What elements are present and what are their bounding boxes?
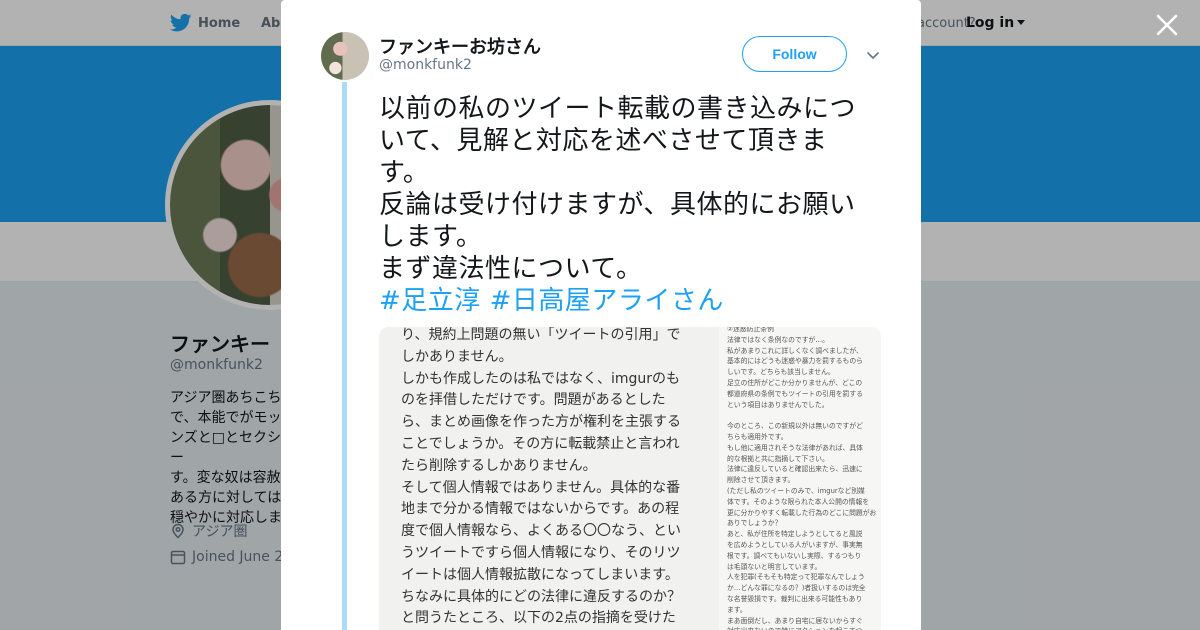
media-right-text: ②迷惑防止条例 法律ではなく条例なのですが…。 私があまりこれに詳しくなく調べま… — [727, 327, 877, 630]
thread-line — [342, 82, 347, 630]
hashtag-link[interactable]: #足立淳 — [379, 286, 481, 316]
hashtag-row: #足立淳 #日高屋アライさん — [379, 285, 889, 317]
follow-button[interactable]: Follow — [742, 36, 847, 72]
tweet-text-line: します。 — [379, 222, 483, 252]
tweet-text-line: 反論は受け付けますが、具体的にお願い — [379, 190, 856, 220]
tweet-text-line: いて、見解と対応を述べさせて頂きま — [379, 126, 828, 156]
tweet-text-line: まず違法性について。 — [379, 254, 643, 284]
tweet-author-name[interactable]: ファンキーお坊さん — [379, 33, 541, 59]
tweet-text-line: す。 — [379, 158, 430, 188]
media-left-panel: り、規約上問題の無い「ツイートの引用」で しかありません。 しかも作成したのは私… — [379, 327, 719, 630]
chevron-down-icon[interactable] — [865, 47, 881, 63]
close-icon[interactable] — [1155, 13, 1179, 37]
tweet-modal: ファンキーお坊さん @monkfunk2 Follow 以前の私のツイート転載の… — [281, 0, 921, 630]
tweet-media-image[interactable]: り、規約上問題の無い「ツイートの引用」で しかありません。 しかも作成したのは私… — [379, 327, 881, 630]
hashtag-link[interactable]: #日高屋アライさん — [490, 286, 724, 316]
media-left-text: り、規約上問題の無い「ツイートの引用」で しかありません。 しかも作成したのは私… — [401, 327, 681, 627]
tweet-text-line: 以前の私のツイート転載の書き込みにつ — [379, 94, 857, 124]
tweet-text: 以前の私のツイート転載の書き込みにつ いて、見解と対応を述べさせて頂きま す。 … — [379, 93, 889, 317]
tweet-author-handle[interactable]: @monkfunk2 — [379, 57, 472, 73]
media-right-panel: ②迷惑防止条例 法律ではなく条例なのですが…。 私があまりこれに詳しくなく調べま… — [719, 327, 881, 630]
tweet-author-avatar[interactable] — [321, 32, 369, 80]
